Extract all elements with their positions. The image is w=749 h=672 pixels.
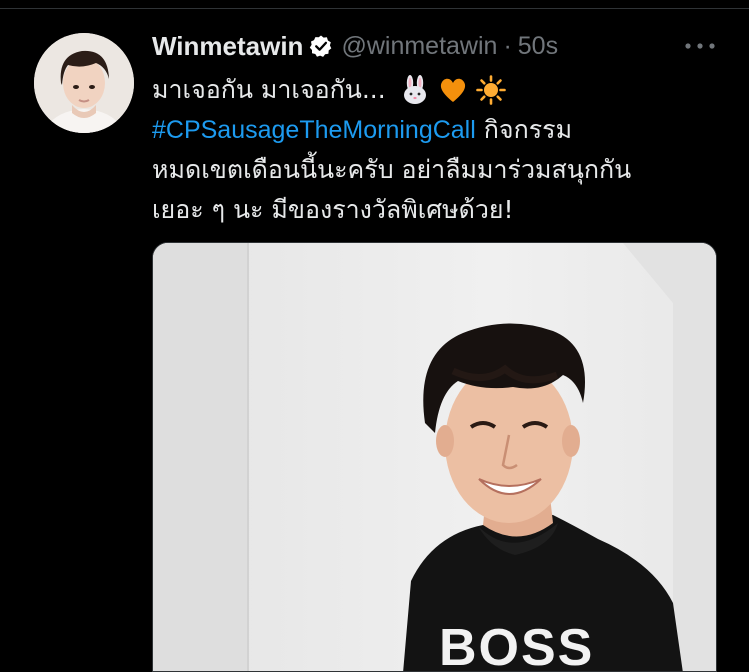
tweet-media-image[interactable]: BOSS	[152, 242, 717, 672]
author-name[interactable]: Winmetawin	[152, 31, 303, 62]
tweet-time[interactable]: 50s	[518, 32, 558, 61]
tweet-line-2-text: กิจกรรม	[483, 115, 573, 144]
verified-badge-icon	[309, 34, 333, 58]
hoodie-logo: BOSS	[439, 619, 594, 672]
tweet-line-2: #CPSausageTheMorningCall กิจกรรม	[152, 110, 732, 150]
author-handle[interactable]: @winmetawin	[341, 32, 497, 61]
tweet-line-4: เยอะ ๆ นะ มีของรางวัลพิเศษด้วย!	[152, 195, 514, 224]
tweet-header: Winmetawin @winmetawin · 50s	[152, 30, 558, 62]
tweet-line-1: มาเจอกัน มาเจอกัน...	[152, 70, 732, 110]
rabbit-face-icon	[400, 75, 430, 105]
avatar-image	[34, 33, 134, 133]
orange-heart-icon	[438, 75, 468, 105]
top-divider	[0, 8, 749, 9]
tweet-line-1-text: มาเจอกัน มาเจอกัน...	[152, 75, 386, 104]
selfie-photo: BOSS	[153, 243, 716, 672]
hashtag-link[interactable]: #CPSausageTheMorningCall	[152, 110, 476, 150]
tweet-line-3: หมดเขตเดือนนี้นะครับ อย่าลืมมาร่วมสนุกกั…	[152, 155, 632, 184]
more-options-icon[interactable]	[682, 34, 718, 58]
avatar[interactable]	[34, 33, 134, 133]
tweet-text: มาเจอกัน มาเจอกัน... #CPSausageTheMornin…	[152, 70, 732, 230]
sun-icon	[475, 75, 506, 105]
time-separator: ·	[503, 31, 512, 60]
